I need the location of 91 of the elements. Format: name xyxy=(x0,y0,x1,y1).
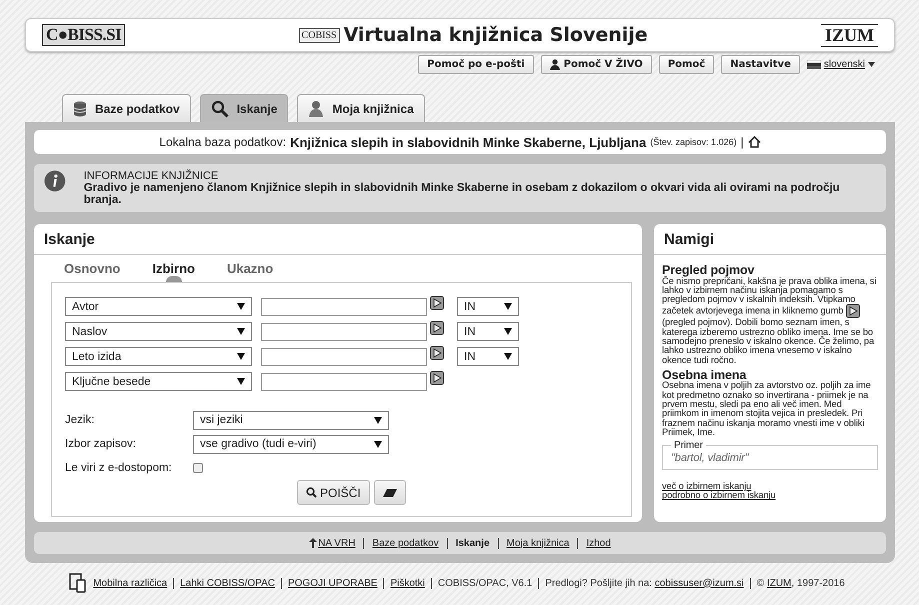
browse-button[interactable] xyxy=(846,304,860,318)
footer-link[interactable]: Piškotki xyxy=(390,578,425,588)
info-title: INFORMACIJE KNJIŽNICE xyxy=(84,170,220,182)
database-label: Lokalna baza podatkov: xyxy=(159,135,286,149)
example-text: "bartol, vladimir" xyxy=(671,453,750,464)
caret-icon xyxy=(237,328,245,335)
browse-button[interactable] xyxy=(430,371,444,385)
help-link[interactable]: več o izbirnem iskanju xyxy=(662,482,752,492)
field-select[interactable]: Naslov xyxy=(65,322,252,341)
field-select[interactable]: Avtor xyxy=(65,297,252,316)
e-access-checkbox[interactable] xyxy=(193,463,203,473)
cobiss-book-logo: COBISS xyxy=(298,28,340,42)
operator-select[interactable]: IN xyxy=(457,347,519,366)
checkbox-label: Le viri z e-dostopom: xyxy=(65,462,173,474)
caret-icon xyxy=(237,303,245,310)
caret-icon xyxy=(237,378,245,385)
language-link[interactable]: slovenski xyxy=(824,59,865,70)
filter-select[interactable]: vsi jeziki xyxy=(193,410,389,430)
cobiss-logo[interactable]: C●BISS.SI xyxy=(42,24,126,46)
caret-icon xyxy=(504,353,512,360)
search-mode-tab[interactable]: Osnovno xyxy=(64,261,120,282)
record-count: (Štev. zapisov: 1.026) xyxy=(650,137,737,147)
version-text: COBISS/OPAC, V6.1 xyxy=(430,578,538,588)
clear-button[interactable] xyxy=(374,480,406,505)
database-name: Knjižnica slepih in slabovidnih Minke Skaberne, Ljubljana xyxy=(290,134,646,150)
up-arrow-icon xyxy=(309,538,318,548)
search-input[interactable] xyxy=(261,298,427,316)
footer-link[interactable]: Mobilna različica xyxy=(93,578,168,588)
panel-title: Iskanje xyxy=(34,224,642,255)
search-icon xyxy=(306,487,317,498)
hint-text: Če nismo prepričani, kakšna je prava oblika imena, si lahko v izbirnem načinu iskanja pomagamo s pregledom pojmov v iskalnih indeksih. Vtipkamo začetek avtorjevega imena in kliknemo gumb (pregled pojmov). Dobili bomo seznam imen, s katerega izberemo ustrezno obliko imena. Ime se bo samodejno preneslo v iskalno okence. Če želimo, pa lahko ustrezno obliko imena vnesemo v iskalno okence tudi ročno. xyxy=(662,276,878,365)
info-text: Gradivo je namenjeno članom Knjižnice slepih in slabovidnih Minke Skaberne in osebam z dokazilom o okvari vida ali ovirami na področju branja. xyxy=(84,182,841,206)
nav-link[interactable]: NA VRH xyxy=(318,538,356,548)
person-icon xyxy=(550,59,560,70)
search-input[interactable] xyxy=(261,372,427,390)
operator-select[interactable]: IN xyxy=(457,297,519,316)
nav-link[interactable]: Moja knjižnica xyxy=(506,538,570,548)
footer-link[interactable]: POGOJI UPORABE xyxy=(288,578,378,588)
footer-link[interactable]: IZUM xyxy=(766,578,792,588)
eraser-icon xyxy=(382,488,397,496)
browse-button[interactable] xyxy=(430,296,444,310)
help-button[interactable]: Pomoč xyxy=(658,55,714,74)
nav-link[interactable]: Izhod xyxy=(586,538,611,548)
help-button[interactable]: Pomoč V ŽIVO xyxy=(540,55,652,74)
caret-icon xyxy=(374,416,382,424)
caret-icon[interactable] xyxy=(868,62,875,67)
search-mode-tab[interactable]: Ukazno xyxy=(226,261,274,282)
person-icon xyxy=(308,100,324,117)
help-button[interactable]: Pomoč po e-pošti xyxy=(418,55,534,74)
info-icon xyxy=(44,170,66,192)
field-select[interactable]: Leto izida xyxy=(65,347,252,366)
filter-label: Jezik: xyxy=(65,414,96,426)
browse-button[interactable] xyxy=(430,321,444,335)
nav-tab[interactable]: Baze podatkov xyxy=(62,94,191,122)
izum-logo[interactable]: IZUM xyxy=(820,24,878,46)
footer-text: , 1997-2016 xyxy=(791,578,845,588)
site-title: Virtualna knjižnica Slovenije xyxy=(344,24,648,46)
hint-text: Osebna imena v poljih za avtorstvo oz. poljih za ime kot predmetno oznako so invertirana - priimek je na prvem mestu, sledi pa eno ali več imen. Med priimkom in imenom stojita vejica in presledek. Pri fraznem načinu iskanja moramo vnesti ime v obliki Priimek, Ime. xyxy=(662,381,872,438)
flag-icon xyxy=(806,60,821,69)
home-icon[interactable] xyxy=(748,136,761,148)
current-page: Iskanje xyxy=(456,538,490,548)
search-input[interactable] xyxy=(261,348,427,366)
caret-icon xyxy=(504,328,512,335)
nav-tab[interactable]: Iskanje xyxy=(200,94,288,122)
search-mode-tab[interactable]: Izbirno xyxy=(152,261,195,282)
footer-text: © xyxy=(756,578,766,588)
filter-label: Izbor zapisov: xyxy=(65,438,137,450)
search-button[interactable]: POIŠČI xyxy=(297,480,370,505)
caret-icon xyxy=(237,353,245,360)
database-icon xyxy=(73,100,87,116)
footer-link[interactable]: cobissuser@izum.si xyxy=(654,578,744,588)
operator-select[interactable]: IN xyxy=(457,322,519,341)
caret-icon xyxy=(374,440,382,448)
hint-heading: Osebna imena xyxy=(662,368,746,382)
caret-icon xyxy=(504,303,512,310)
nav-tab[interactable]: Moja knjižnica xyxy=(297,94,425,122)
help-link[interactable]: podrobno o izbirnem iskanju xyxy=(662,491,776,501)
field-select[interactable]: Ključne besede xyxy=(65,372,252,391)
nav-link[interactable]: Baze podatkov xyxy=(372,538,439,548)
browse-button[interactable] xyxy=(430,346,444,360)
search-icon xyxy=(210,100,229,118)
hint-heading: Pregled pojmov xyxy=(662,264,756,276)
example-legend: Primer xyxy=(671,440,706,452)
filter-select[interactable]: vse gradivo (tudi e-viri) xyxy=(193,434,389,454)
footer-link[interactable]: Lahki COBISS/OPAC xyxy=(180,578,275,588)
panel-title: Namigi xyxy=(654,224,886,255)
help-button[interactable]: Nastavitve xyxy=(721,55,800,74)
mobile-device-icon xyxy=(69,573,88,593)
footer-text: Predlogi? Pošljite jih na: xyxy=(545,578,653,588)
search-input[interactable] xyxy=(261,322,427,340)
separator: | xyxy=(740,135,744,149)
